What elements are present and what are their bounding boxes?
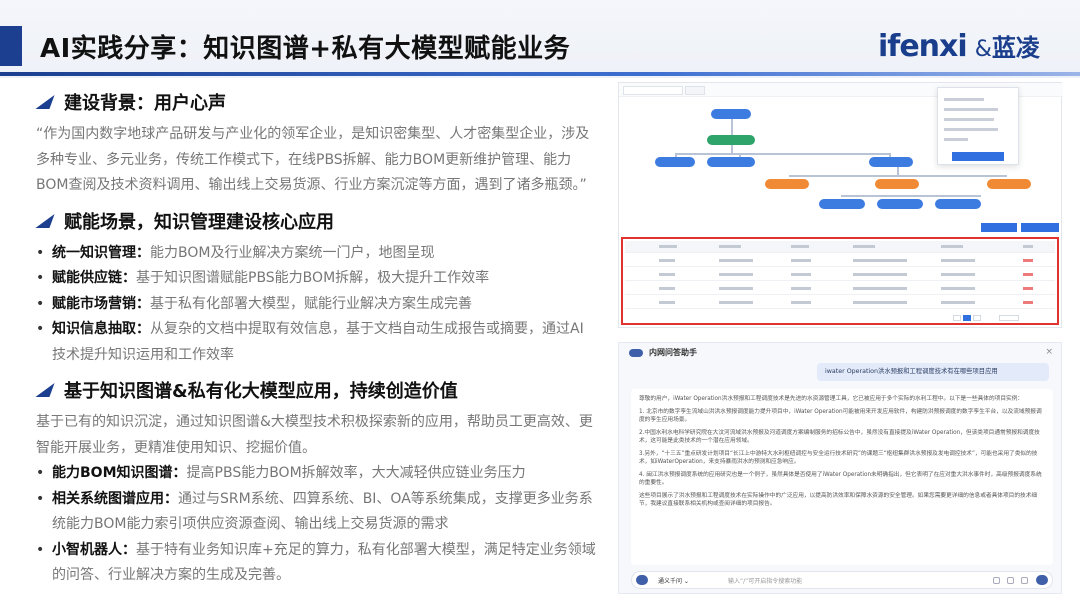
- list-item: 知识信息抽取：从复杂的文档中提取有效信息，基于文档自动生成报告或摘要，通过AI技…: [36, 317, 596, 368]
- bom-table: [621, 237, 1059, 325]
- attach-icon[interactable]: [1021, 577, 1028, 584]
- graph-node[interactable]: [707, 157, 755, 167]
- export-button[interactable]: [981, 223, 1017, 232]
- qa-assistant-panel: 内网问答助手 × iwater Operation洪水预报和工程调度技术有在哪些…: [618, 342, 1062, 594]
- graph-link: [897, 167, 899, 175]
- answer-paragraph: 2.中国水利水电科学研究院在大汶河流域洪水预报及河道调度方案编制服务的招标公告中…: [639, 429, 1040, 445]
- graph-node[interactable]: [655, 157, 695, 167]
- popup-action-button[interactable]: [952, 152, 1004, 161]
- graph-node[interactable]: [935, 199, 981, 209]
- assistant-answer-bubble: 尊敬的用户，iWater Operation洪水预报和工程调度技术是先进的水资源…: [631, 389, 1053, 565]
- graph-node[interactable]: [711, 109, 751, 119]
- graph-node[interactable]: [819, 199, 865, 209]
- node-detail-popup: [937, 87, 1019, 165]
- pagination-prev[interactable]: [953, 315, 961, 321]
- table-header-row: [625, 241, 1055, 253]
- graph-search-button[interactable]: [685, 86, 705, 95]
- pagination-page[interactable]: [963, 315, 971, 321]
- list-item: 相关系统图谱应用：通过与SRM系统、四算系统、BI、OA等系统集成，支撑更多业务…: [36, 487, 596, 538]
- value-intro: 基于已有的知识沉淀，通过知识图谱&大模型技术积极探索新的应用，帮助员工更高效、更…: [36, 414, 593, 456]
- text-column: 建设背景：用户心声 “作为国内数字地球产品研发与产业化的领军企业，是知识密集型、…: [35, 88, 596, 589]
- section-title-background: 建设背景：用户心声: [35, 88, 596, 116]
- chat-header: 内网问答助手 ×: [619, 343, 1063, 365]
- answer-paragraph: 尊敬的用户，iWater Operation洪水预报和工程调度技术是先进的水资源…: [639, 396, 1024, 402]
- header-divider: [0, 72, 1080, 76]
- section-title-value: 基于知识图谱&私有化大模型应用，持续创造价值: [35, 376, 596, 404]
- slide-title: AI实践分享：知识图谱+私有大模型赋能业务: [40, 34, 571, 64]
- background-quote: “作为国内数字地球产品研发与产业化的领军企业，是知识密集型、人才密集型企业，涉及…: [36, 126, 590, 193]
- graph-link: [841, 195, 981, 197]
- chat-title: 内网问答助手: [649, 348, 697, 357]
- list-item: 小智机器人：基于特有业务知识库+充足的算力，私有化部署大模型，满足特定业务领域的…: [36, 538, 596, 589]
- close-icon[interactable]: ×: [1045, 347, 1053, 357]
- table-row[interactable]: [625, 297, 1055, 309]
- section-triangle-icon: [35, 95, 55, 109]
- graph-link: [675, 153, 889, 155]
- list-item: 赋能市场营销：基于私有化部署大模型，赋能行业解决方案生成完善: [36, 292, 596, 318]
- assistant-avatar-icon: [636, 575, 648, 585]
- brand-logo: ifenxi &蓝凌: [878, 28, 1040, 64]
- page-size-select[interactable]: [999, 315, 1019, 321]
- chat-input-field[interactable]: 输入“/”可开启指令搜索功能: [728, 576, 802, 585]
- graph-search-input[interactable]: [623, 86, 683, 95]
- answer-paragraph: 4. 闽江洪水预报调度系统的应用研究也是一个例子，虽然具体是否使用了iWater…: [639, 471, 1042, 487]
- image-icon[interactable]: [1007, 577, 1014, 584]
- graph-node[interactable]: [765, 179, 809, 189]
- list-item: 统一知识管理：能力BOM及行业解决方案统一门户，地图呈现: [36, 241, 596, 267]
- graph-link: [789, 175, 1007, 177]
- model-select[interactable]: 通义千问 ⌄: [658, 576, 689, 585]
- knowledge-graph-screenshot: [618, 82, 1063, 328]
- list-item: 能力BOM知识图谱：提高PBS能力BOM拆解效率，大大减轻供应链业务压力: [36, 461, 596, 487]
- user-question-bubble: iwater Operation洪水预报和工程调度技术有在哪些项目应用: [817, 363, 1049, 381]
- graph-node[interactable]: [869, 157, 913, 167]
- section-triangle-icon: [35, 213, 55, 228]
- table-row[interactable]: [625, 269, 1055, 281]
- section-title-scenarios: 赋能场景，知识管理建设核心应用: [35, 207, 596, 235]
- graph-node[interactable]: [707, 135, 755, 145]
- assistant-logo-icon: [629, 349, 643, 357]
- chat-input-bar[interactable]: 通义千问 ⌄ 输入“/”可开启指令搜索功能: [631, 571, 1053, 589]
- logo-ifenxi: ifenxi: [878, 29, 968, 64]
- answer-paragraph: 1. 北京市的数字孪生流域山洪洪水预报调度能力提升项目中，iWater Oper…: [639, 408, 1042, 424]
- slide-header: AI实践分享：知识图谱+私有大模型赋能业务 ifenxi &蓝凌: [0, 0, 1080, 78]
- pagination-next[interactable]: [973, 315, 981, 321]
- batch-button[interactable]: [1021, 223, 1059, 232]
- graph-node[interactable]: [875, 179, 919, 189]
- emoji-icon[interactable]: [993, 577, 1000, 584]
- send-button[interactable]: [1036, 575, 1048, 585]
- graph-node[interactable]: [877, 199, 923, 209]
- value-list: 能力BOM知识图谱：提高PBS能力BOM拆解效率，大大减轻供应链业务压力 相关系…: [36, 461, 596, 589]
- table-row[interactable]: [625, 255, 1055, 267]
- logo-landray: 蓝凌: [991, 34, 1040, 62]
- table-row[interactable]: [625, 283, 1055, 295]
- scenario-list: 统一知识管理：能力BOM及行业解决方案统一门户，地图呈现 赋能供应链：基于知识图…: [36, 241, 596, 369]
- graph-node[interactable]: [987, 179, 1031, 189]
- header-accent-bar: [0, 26, 22, 66]
- logo-ampersand: &: [974, 37, 992, 62]
- section-triangle-icon: [35, 383, 55, 397]
- answer-paragraph: 这些项目展示了洪水预报和工程调度技术在实际操作中的广泛应用，以提高防洪效率和保障…: [639, 492, 1038, 508]
- list-item: 赋能供应链：基于知识图谱赋能PBS能力BOM拆解，极大提升工作效率: [36, 266, 596, 292]
- answer-paragraph: 3.另外，“十三五”重点研发计划项目“长江上中游特大水利枢纽调控与安全运行技术研…: [639, 450, 1038, 466]
